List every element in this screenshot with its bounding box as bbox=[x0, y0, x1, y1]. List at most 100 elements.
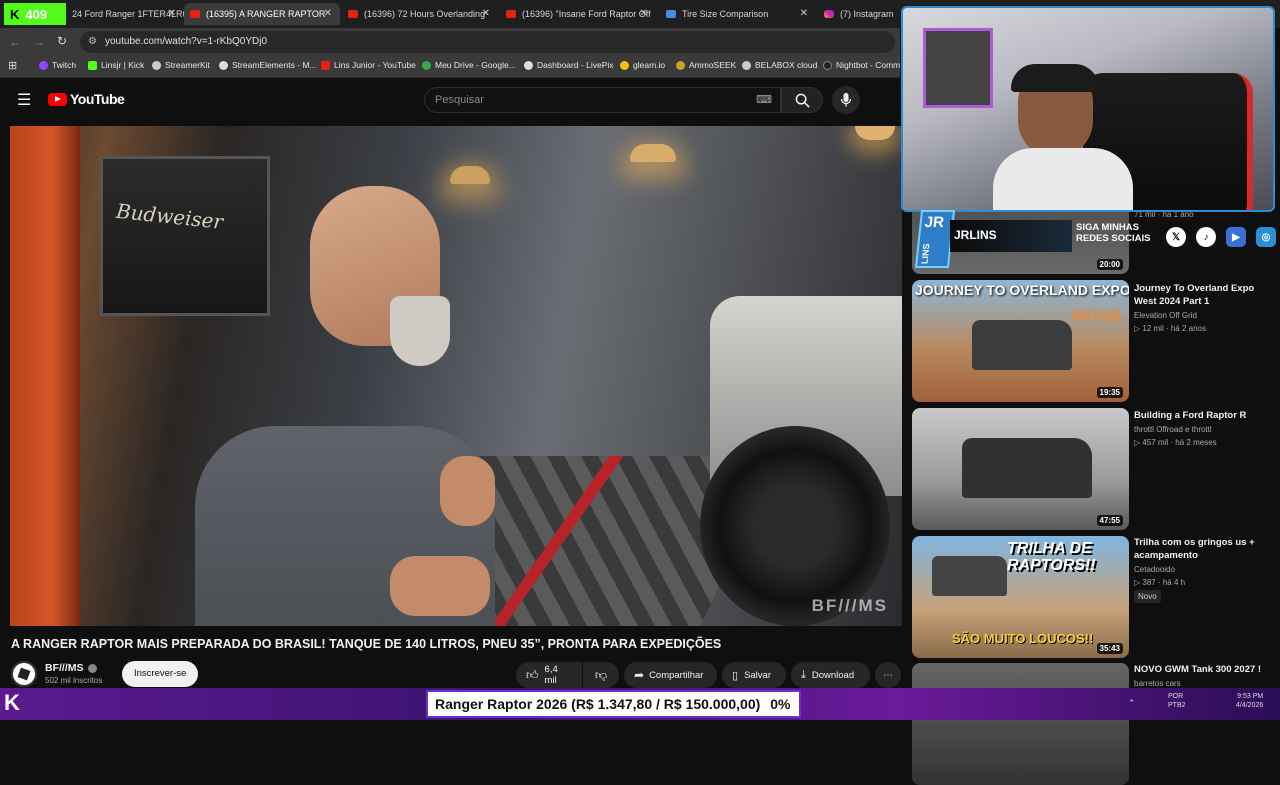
bookmark-belabox[interactable]: BELABOX cloud bbox=[742, 60, 817, 70]
tab-72-hours[interactable]: (16396) 72 Hours Overlanding ✕ bbox=[342, 3, 498, 25]
twitch-icon bbox=[39, 60, 48, 70]
clock-time: 9:53 PM bbox=[1237, 693, 1264, 700]
video-title[interactable]: Trilha com os gringos us + acampamento bbox=[1134, 536, 1274, 562]
subscribe-button[interactable]: Inscrever-se bbox=[122, 661, 199, 687]
close-icon[interactable]: ✕ bbox=[324, 8, 332, 19]
download-button[interactable]: ⤓ Download bbox=[791, 662, 870, 688]
video-player[interactable]: Budweiser BF///MS bbox=[10, 126, 902, 626]
channel-avatar[interactable] bbox=[11, 661, 37, 687]
youtube-header: ☰ YouTube Pesquisar ⌨ bbox=[0, 78, 900, 122]
video-title[interactable]: Building a Ford Raptor R bbox=[1134, 409, 1274, 422]
bookmark-label: Meu Drive - Google... bbox=[435, 60, 516, 70]
share-icon: ➦ bbox=[634, 668, 645, 682]
kick-logo-icon: K bbox=[4, 690, 20, 715]
tab-ranger-raptor[interactable]: (16395) A RANGER RAPTOR ✕ bbox=[184, 3, 340, 25]
video-thumbnail[interactable]: 47:55 bbox=[912, 408, 1129, 530]
verified-icon bbox=[87, 663, 97, 673]
streamer-name: JRLINS bbox=[954, 228, 997, 242]
search-icon bbox=[795, 93, 810, 108]
view-count: 12 mil bbox=[1142, 324, 1164, 333]
menu-icon[interactable]: ☰ bbox=[17, 90, 31, 110]
youtube-logo[interactable]: YouTube bbox=[48, 91, 125, 107]
dislike-button[interactable]: 👎︎ bbox=[583, 662, 619, 688]
tab-insane-raptor[interactable]: (16396) "Insane Ford Raptor Off ✕ bbox=[500, 3, 656, 25]
url-field[interactable]: ⚙ youtube.com/watch?v=1-rKbQ0YDj0 bbox=[80, 31, 895, 53]
youtube-icon bbox=[321, 60, 330, 70]
view-count: 457 mil bbox=[1142, 438, 1169, 447]
bookmark-kick[interactable]: Linsjr | Kick bbox=[88, 60, 144, 70]
language-code: POR bbox=[1168, 693, 1184, 700]
video-age: há 2 meses bbox=[1175, 438, 1217, 447]
close-icon[interactable]: ✕ bbox=[640, 8, 648, 19]
search-button[interactable] bbox=[781, 87, 823, 113]
instagram-icon: ◎ bbox=[1256, 227, 1276, 247]
video-meta: ▷ 457 mil · há 2 meses bbox=[1134, 438, 1217, 447]
social-line-1: SIGA MINHAS bbox=[1076, 222, 1139, 233]
social-banner: SIGA MINHAS REDES SOCIAIS bbox=[1076, 222, 1156, 252]
video-channel[interactable]: Elevation Off Grid bbox=[1134, 311, 1197, 320]
more-actions-button[interactable]: ⋯ bbox=[875, 662, 901, 688]
tab-instagram[interactable]: (7) Instagram bbox=[818, 3, 902, 25]
gleam-icon bbox=[620, 60, 629, 70]
like-button[interactable]: 👍︎ 6,4 mil bbox=[516, 662, 582, 688]
close-icon[interactable]: ✕ bbox=[800, 8, 808, 19]
keyboard-icon[interactable]: ⌨ bbox=[756, 88, 772, 112]
save-button[interactable]: ▯ Salvar bbox=[722, 662, 786, 688]
thumbnail-text: TRILHA DE RAPTORS!! bbox=[1007, 540, 1096, 574]
video-title: A RANGER RAPTOR MAIS PREPARADA DO BRASIL… bbox=[11, 637, 722, 651]
goal-percentage: 0% bbox=[770, 696, 791, 712]
keyboard-layout: PTB2 bbox=[1168, 702, 1186, 709]
bookmark-label: StreamElements - M... bbox=[232, 60, 317, 70]
reload-icon[interactable]: ↻ bbox=[57, 34, 67, 48]
site-info-icon[interactable]: ⚙ bbox=[88, 31, 97, 53]
apps-grid-icon[interactable]: ⊞ bbox=[8, 59, 17, 72]
language-indicator[interactable]: POR PTB2 bbox=[1168, 692, 1186, 710]
ceiling-lamp bbox=[450, 166, 490, 184]
share-button[interactable]: ➦ Compartilhar bbox=[624, 662, 717, 688]
thumbs-down-icon: 👎︎ bbox=[594, 667, 608, 682]
livepix-icon bbox=[524, 60, 533, 70]
video-channel[interactable]: throttl Offroad e throttl bbox=[1134, 425, 1212, 434]
close-icon[interactable]: ✕ bbox=[168, 8, 176, 19]
bookmark-label: Linsjr | Kick bbox=[101, 60, 145, 70]
video-meta: ▷ 387 · há 4 h bbox=[1134, 578, 1186, 587]
channel-name[interactable]: BF///MS bbox=[45, 662, 97, 674]
video-thumbnail[interactable]: JOURNEY TO OVERLAND EXPO WEST MOAB 19:35 bbox=[912, 280, 1129, 402]
video-thumbnail[interactable]: TRILHA DE RAPTORS!! SÃO MUITO LOUCOS!! 3… bbox=[912, 536, 1129, 658]
youtube-icon bbox=[190, 10, 200, 18]
search-input[interactable]: Pesquisar ⌨ bbox=[424, 87, 781, 113]
tab-ford-ranger[interactable]: 24 Ford Ranger 1FTER4LR6R ✕ bbox=[66, 3, 184, 25]
clock[interactable]: 9:53 PM 4/4/2026 bbox=[1236, 692, 1263, 710]
bookmark-google-drive[interactable]: Meu Drive - Google... bbox=[422, 60, 516, 70]
video-channel[interactable]: barretos cars bbox=[1134, 679, 1181, 688]
bookmark-ammoseek[interactable]: AmmoSEEK bbox=[676, 60, 736, 70]
bookmark-label: BELABOX cloud bbox=[755, 60, 818, 70]
tab-label: (7) Instagram bbox=[840, 9, 894, 19]
brand-text-top: JR bbox=[923, 214, 945, 231]
video-channel[interactable]: Cetadooido bbox=[1134, 565, 1175, 574]
bookmark-twitch[interactable]: Twitch bbox=[39, 60, 76, 70]
bookmark-gleam[interactable]: gleam.io bbox=[620, 60, 665, 70]
video-duration: 35:43 bbox=[1096, 643, 1123, 654]
bookmark-livepix[interactable]: Dashboard - LivePix bbox=[524, 60, 614, 70]
forward-icon[interactable]: → bbox=[33, 35, 45, 49]
bookmark-nightbot[interactable]: Nightbot - Comm bbox=[823, 60, 900, 70]
voice-search-button[interactable] bbox=[832, 86, 860, 114]
tab-kick[interactable]: K 409 bbox=[4, 3, 66, 25]
video-title[interactable]: Journey To Overland Expo West 2024 Part … bbox=[1134, 282, 1274, 308]
clock-date: 4/4/2026 bbox=[1236, 702, 1264, 709]
close-icon[interactable]: ✕ bbox=[482, 8, 490, 19]
donation-goal-ticker: Ranger Raptor 2026 (R$ 1.347,80 / R$ 150… bbox=[426, 690, 801, 718]
bookmarks-bar: ⊞ Twitch Linsjr | Kick StreamerKit Strea… bbox=[0, 56, 900, 78]
tab-tire-size[interactable]: Tire Size Comparison ✕ bbox=[660, 3, 816, 25]
bookmark-label: gleam.io bbox=[633, 60, 666, 70]
bookmark-streamerkit[interactable]: StreamerKit bbox=[152, 60, 210, 70]
back-icon[interactable]: ← bbox=[9, 35, 21, 49]
chevron-up-icon[interactable]: ⌃ bbox=[1128, 698, 1136, 709]
bookmark-label: Lins Junior - YouTube bbox=[334, 60, 416, 70]
ceiling-lamp bbox=[855, 126, 895, 140]
bookmark-streamelements[interactable]: StreamElements - M... bbox=[219, 60, 317, 70]
video-title[interactable]: NOVO GWM Tank 300 2027 ! bbox=[1134, 663, 1274, 676]
video-thumbnail[interactable] bbox=[912, 663, 1129, 785]
bookmark-lins-youtube[interactable]: Lins Junior - YouTube bbox=[321, 60, 416, 70]
